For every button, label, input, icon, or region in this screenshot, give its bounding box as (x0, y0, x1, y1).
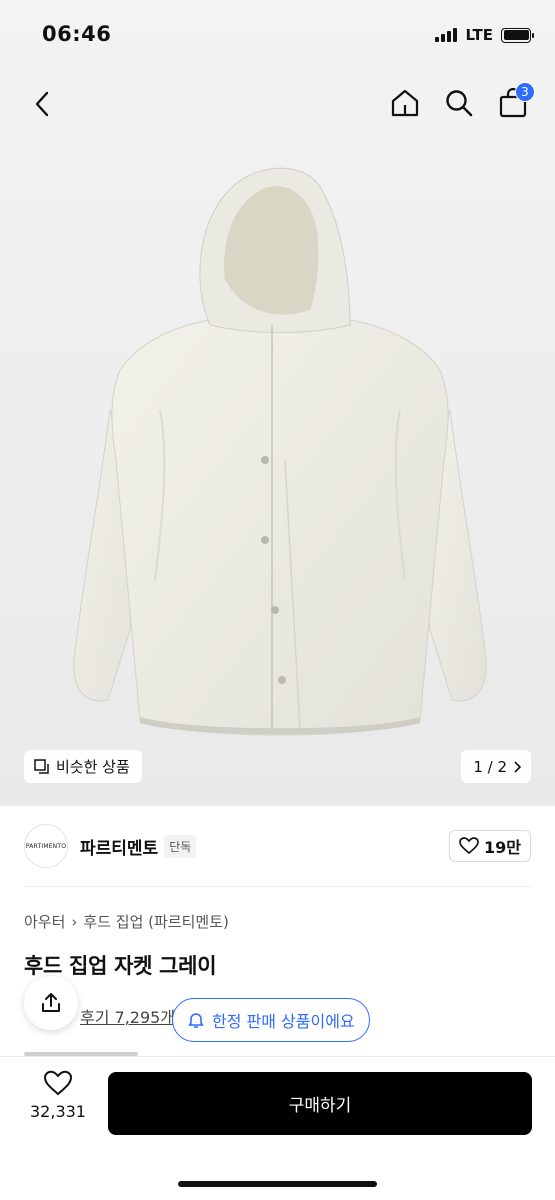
chevron-left-icon (35, 91, 49, 117)
heart-icon (43, 1070, 73, 1096)
bell-icon (188, 1013, 204, 1028)
home-icon (391, 89, 419, 117)
cart-button[interactable]: 3 (497, 82, 535, 120)
similar-products-button[interactable]: 비슷한 상품 (24, 750, 142, 783)
product-gallery[interactable]: 06:46 LTE 3 비슷한 상품 1 / 2 (0, 0, 555, 806)
back-button[interactable] (26, 88, 58, 120)
divider (24, 886, 531, 887)
chevron-right-icon: › (71, 912, 78, 931)
wishlist-count: 32,331 (30, 1102, 86, 1121)
similar-products-label: 비슷한 상품 (56, 758, 130, 776)
home-button[interactable] (389, 86, 421, 120)
cart-count-badge: 3 (515, 82, 535, 102)
pager-label: 1 / 2 (473, 757, 507, 776)
brand-row: PARTIMENTO 파르티멘토 단독 19만 (24, 824, 531, 868)
exclusive-badge: 단독 (164, 834, 197, 858)
share-icon (42, 993, 60, 1012)
brand-like-count: 19만 (484, 838, 521, 857)
brand-like-button[interactable]: 19만 (449, 830, 531, 862)
network-label: LTE (465, 26, 493, 44)
limited-sale-notice[interactable]: 한정 판매 상품이에요 (172, 998, 370, 1042)
heart-icon (459, 837, 479, 855)
chevron-right-icon (514, 760, 521, 773)
breadcrumb-subcategory[interactable]: 후드 집업 (파르티멘토) (83, 911, 228, 932)
gallery-pager[interactable]: 1 / 2 (461, 750, 531, 783)
breadcrumb-category[interactable]: 아우터 (24, 911, 65, 932)
buy-button[interactable]: 구매하기 (108, 1072, 532, 1135)
signal-icon (435, 28, 458, 42)
battery-icon (501, 27, 534, 43)
product-image[interactable] (60, 160, 500, 760)
home-indicator (178, 1181, 377, 1187)
copy-icon (34, 758, 49, 774)
wishlist-button[interactable]: 32,331 (18, 1070, 98, 1121)
status-time: 06:46 (42, 22, 112, 46)
status-bar: 06:46 LTE (0, 0, 555, 70)
review-link[interactable]: 후기 7,295개 (80, 1004, 175, 1028)
share-button[interactable] (24, 976, 78, 1030)
product-page: 06:46 LTE 3 비슷한 상품 1 / 2 PARTIMENTO 파르티멘… (0, 0, 555, 1200)
brand-logo[interactable]: PARTIMENTO (24, 824, 68, 868)
breadcrumb: 아우터 › 후드 집업 (파르티멘토) (24, 911, 229, 932)
brand-name[interactable]: 파르티멘토 (80, 834, 158, 859)
limited-sale-label: 한정 판매 상품이에요 (212, 1012, 355, 1031)
search-icon (446, 90, 473, 117)
search-button[interactable] (443, 86, 475, 120)
